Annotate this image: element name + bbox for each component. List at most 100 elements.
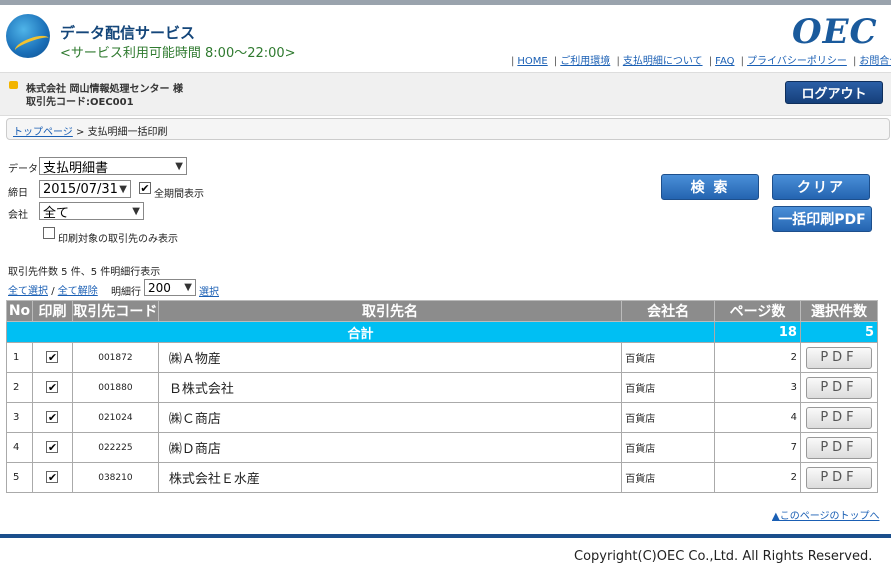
header-company: 会社名: [621, 300, 716, 322]
chevron-down-icon: ▼: [175, 160, 183, 172]
rows-select[interactable]: 200 ▼: [144, 279, 196, 296]
header-print: 印刷: [31, 300, 73, 322]
service-title: データ配信サービス: [60, 24, 196, 42]
pdf-button[interactable]: PDF: [805, 436, 872, 459]
header-no: No: [6, 300, 33, 322]
clear-button[interactable]: クリア: [772, 174, 870, 200]
date-label: 締日: [8, 188, 28, 199]
table-header-row: No 印刷 取引先コード 取引先名 会社名 ページ数 選択件数: [6, 300, 879, 322]
row-company: 百貨店: [621, 372, 716, 403]
row-code: 022225: [71, 432, 159, 463]
breadcrumb-separator: >: [72, 127, 88, 138]
company-label: 会社: [8, 210, 28, 221]
table-row: 5 ✔ 038210 株式会社Ｅ水産 百貨店 2 PDF: [6, 462, 879, 493]
logout-button[interactable]: ログアウト: [785, 81, 883, 104]
row-no: 3: [6, 402, 33, 433]
company-select[interactable]: 全て ▼: [39, 202, 144, 221]
slash-separator: /: [51, 286, 55, 297]
chevron-down-icon: ▼: [132, 205, 140, 217]
row-name: ㈱Ａ物産: [157, 342, 623, 373]
row-code: 001880: [71, 372, 159, 403]
nav-faq[interactable]: FAQ: [715, 56, 734, 67]
nav-home[interactable]: HOME: [517, 56, 547, 67]
summary-text: 取引先件数 5 件、5 件明細行表示: [8, 267, 161, 278]
user-icon: [9, 81, 18, 89]
total-selected: 5: [799, 321, 879, 343]
table-row: 3 ✔ 021024 ㈱Ｃ商店 百貨店 4 PDF: [6, 402, 879, 433]
header-pages: ページ数: [714, 300, 801, 322]
pdf-button[interactable]: PDF: [805, 376, 872, 399]
row-pages: 4: [714, 402, 801, 433]
copyright: Copyright(C)OEC Co.,Ltd. All Rights Rese…: [574, 549, 873, 564]
row-name: Ｂ株式会社: [157, 372, 623, 403]
select-link[interactable]: 選択: [199, 283, 219, 298]
search-button[interactable]: 検 索: [661, 174, 759, 200]
row-code: 001872: [71, 342, 159, 373]
row-print-checkbox[interactable]: ✔: [46, 351, 59, 364]
pdf-button[interactable]: PDF: [805, 346, 872, 369]
row-print-checkbox[interactable]: ✔: [46, 441, 59, 454]
pdf-button[interactable]: PDF: [805, 466, 872, 489]
header-nav: | HOME | ご利用環境 | 支払明細について | FAQ | プライバシーポリシー …: [508, 52, 891, 67]
date-select-value: 2015/07/31: [43, 181, 118, 197]
date-select[interactable]: 2015/07/31 ▼: [39, 180, 131, 198]
row-pages: 3: [714, 372, 801, 403]
chevron-down-icon: ▼: [119, 183, 127, 195]
all-period-label: 全期間表示: [154, 189, 204, 200]
statement-table: No 印刷 取引先コード 取引先名 会社名 ページ数 選択件数 合計 18 5 …: [5, 300, 879, 493]
nav-privacy[interactable]: プライバシーポリシー: [747, 56, 847, 67]
row-no: 5: [6, 462, 33, 493]
row-no: 1: [6, 342, 33, 373]
select-controls: 全て選択 / 全て解除: [8, 282, 98, 297]
print-only-label: 印刷対象の取引先のみ表示: [58, 234, 178, 245]
breadcrumb-current: 支払明細一括印刷: [87, 127, 168, 138]
row-pages: 2: [714, 342, 801, 373]
oec-logo: OEC: [792, 12, 878, 52]
row-company: 百貨店: [621, 462, 716, 493]
data-label: データ: [8, 164, 38, 175]
data-select[interactable]: 支払明細書 ▼: [39, 157, 187, 176]
company-select-value: 全て: [43, 205, 70, 221]
header-code: 取引先コード: [71, 300, 159, 322]
row-name: ㈱Ｃ商店: [157, 402, 623, 433]
nav-contact[interactable]: お問合せ先: [859, 56, 891, 67]
nav-environment[interactable]: ご利用環境: [560, 56, 610, 67]
total-row: 合計 18 5: [5, 321, 879, 343]
breadcrumb: トップページ > 支払明細一括印刷: [6, 118, 890, 140]
row-no: 4: [6, 432, 33, 463]
footer-line: [0, 534, 891, 538]
all-period-checkbox[interactable]: ✔: [139, 182, 151, 194]
row-print-checkbox[interactable]: ✔: [46, 471, 59, 484]
row-code: 021024: [71, 402, 159, 433]
table-row: 1 ✔ 001872 ㈱Ａ物産 百貨店 2 PDF: [6, 342, 879, 373]
row-print-checkbox[interactable]: ✔: [46, 381, 59, 394]
nav-about-statement[interactable]: 支払明細について: [623, 56, 703, 67]
chevron-down-icon: ▼: [184, 282, 192, 293]
row-name: ㈱Ｄ商店: [157, 432, 623, 463]
rows-label: 明細行: [111, 287, 141, 298]
row-pages: 2: [714, 462, 801, 493]
row-company: 百貨店: [621, 432, 716, 463]
total-pages: 18: [714, 321, 801, 343]
select-all-link[interactable]: 全て選択: [8, 286, 48, 297]
rows-select-value: 200: [148, 280, 171, 295]
bulk-pdf-button[interactable]: 一括印刷PDF: [772, 206, 872, 232]
page-top-link[interactable]: ▲このページのトップへ: [772, 507, 880, 522]
total-label: 合計: [5, 321, 716, 343]
data-select-value: 支払明細書: [43, 160, 109, 176]
table-row: 4 ✔ 022225 ㈱Ｄ商店 百貨店 7 PDF: [6, 432, 879, 463]
pdf-button[interactable]: PDF: [805, 406, 872, 429]
row-code: 038210: [71, 462, 159, 493]
row-pages: 7: [714, 432, 801, 463]
service-hours: <サービス利用可能時間 8:00〜22:00>: [60, 46, 296, 61]
row-print-checkbox[interactable]: ✔: [46, 411, 59, 424]
user-code: 取引先コード:OEC001: [26, 97, 134, 108]
breadcrumb-home[interactable]: トップページ: [13, 127, 73, 138]
header-name: 取引先名: [157, 300, 623, 322]
table-row: 2 ✔ 001880 Ｂ株式会社 百貨店 3 PDF: [6, 372, 879, 403]
header-selected: 選択件数: [799, 300, 879, 322]
print-only-checkbox[interactable]: [43, 227, 55, 239]
row-no: 2: [6, 372, 33, 403]
row-company: 百貨店: [621, 342, 716, 373]
deselect-all-link[interactable]: 全て解除: [58, 286, 98, 297]
